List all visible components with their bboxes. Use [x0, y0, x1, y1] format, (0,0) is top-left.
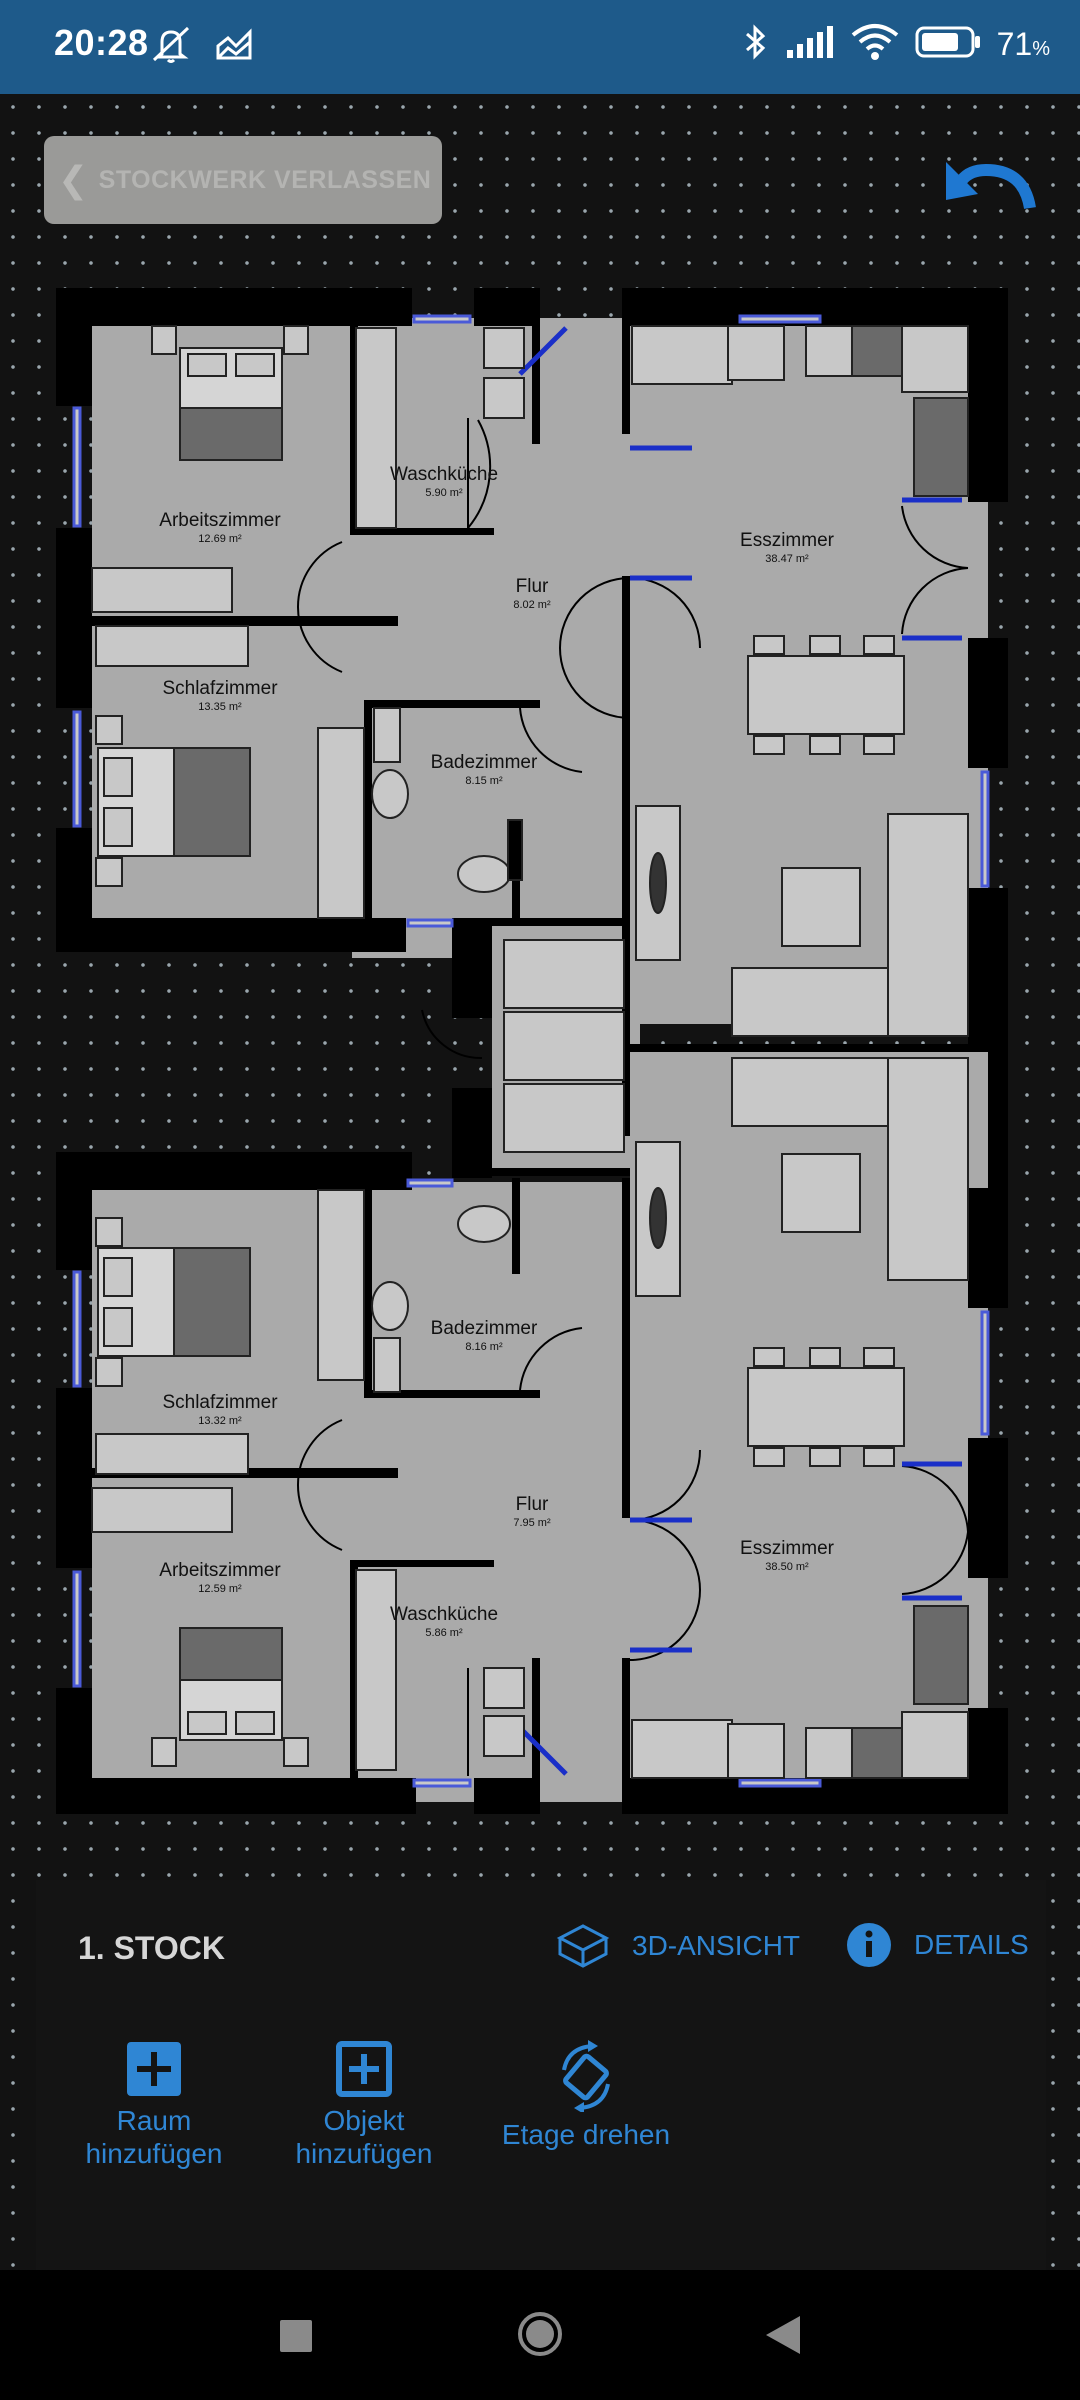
leave-floor-label: STOCKWERK VERLASSEN — [98, 165, 432, 194]
room-area: 5.86 m² — [425, 1627, 463, 1639]
room-label[interactable]: Badezimmer — [431, 752, 538, 773]
room-label[interactable]: Esszimmer — [740, 530, 835, 551]
room-area: 38.47 m² — [765, 553, 809, 565]
room-area: 5.90 m² — [425, 487, 463, 499]
status-time: 20:28 — [54, 22, 149, 63]
bluetooth-icon — [743, 22, 769, 67]
floor-plan[interactable]: Arbeitszimmer 12.69 m² Waschküche 5.90 m… — [52, 288, 1008, 1814]
recents-icon[interactable] — [280, 2320, 312, 2357]
room-area: 13.35 m² — [198, 701, 242, 713]
sync-icon — [214, 24, 254, 69]
signal-icon — [785, 24, 835, 65]
room-label[interactable]: Schlafzimmer — [162, 1392, 278, 1413]
floor-panel: 1. STOCK 3D-ANSICHT DETAILS Raum hinzufü… — [36, 1880, 1046, 2270]
status-bar: 20:28 71% — [0, 0, 1080, 94]
navigation-bar — [0, 2270, 1080, 2400]
undo-button[interactable] — [944, 156, 1036, 214]
room-area: 7.95 m² — [513, 1517, 551, 1529]
wifi-icon — [851, 23, 899, 66]
undo-icon — [946, 162, 1036, 210]
room-label[interactable]: Schlafzimmer — [162, 678, 278, 699]
room-label[interactable]: Arbeitszimmer — [159, 510, 281, 531]
add-room-button[interactable]: Raum hinzufügen — [54, 2040, 254, 2170]
floor-name: 1. STOCK — [78, 1930, 225, 1966]
room-label[interactable]: Flur — [516, 1494, 549, 1515]
battery-percent: 71% — [996, 26, 1050, 62]
room-label[interactable]: Arbeitszimmer — [159, 1560, 281, 1581]
home-icon[interactable] — [516, 2310, 564, 2363]
leave-floor-button[interactable]: ❮ STOCKWERK VERLASSEN — [44, 136, 442, 224]
back-icon[interactable] — [766, 2316, 800, 2359]
add-object-button[interactable]: Objekt hinzufügen — [264, 2040, 464, 2170]
view-3d-button[interactable]: 3D-ANSICHT — [556, 1922, 800, 1970]
battery-icon — [915, 25, 981, 64]
info-icon — [847, 1923, 891, 1967]
details-button[interactable]: DETAILS — [846, 1922, 1029, 1968]
room-area: 38.50 m² — [765, 1561, 809, 1573]
cube-icon — [556, 1924, 610, 1968]
mute-icon — [148, 24, 194, 69]
room-area: 8.16 m² — [465, 1341, 503, 1353]
room-area: 12.59 m² — [198, 1583, 242, 1595]
room-area: 12.69 m² — [198, 533, 242, 545]
room-label[interactable]: Flur — [516, 576, 549, 597]
room-area: 13.32 m² — [198, 1415, 242, 1427]
chevron-left-icon: ❮ — [58, 159, 89, 200]
room-area: 8.02 m² — [513, 599, 551, 611]
plus-box-icon — [127, 2042, 181, 2096]
room-area: 8.15 m² — [465, 775, 503, 787]
room-label[interactable]: Waschküche — [390, 1604, 498, 1625]
room-label[interactable]: Waschküche — [390, 464, 498, 485]
view-3d-label: 3D-ANSICHT — [632, 1930, 801, 1961]
details-label: DETAILS — [914, 1929, 1029, 1960]
room-label[interactable]: Badezimmer — [431, 1318, 538, 1339]
rotate-icon — [562, 2040, 610, 2112]
rotate-floor-button[interactable]: Etage drehen — [476, 2040, 696, 2151]
plus-box-outline-icon — [336, 2041, 392, 2097]
room-label[interactable]: Esszimmer — [740, 1538, 835, 1559]
